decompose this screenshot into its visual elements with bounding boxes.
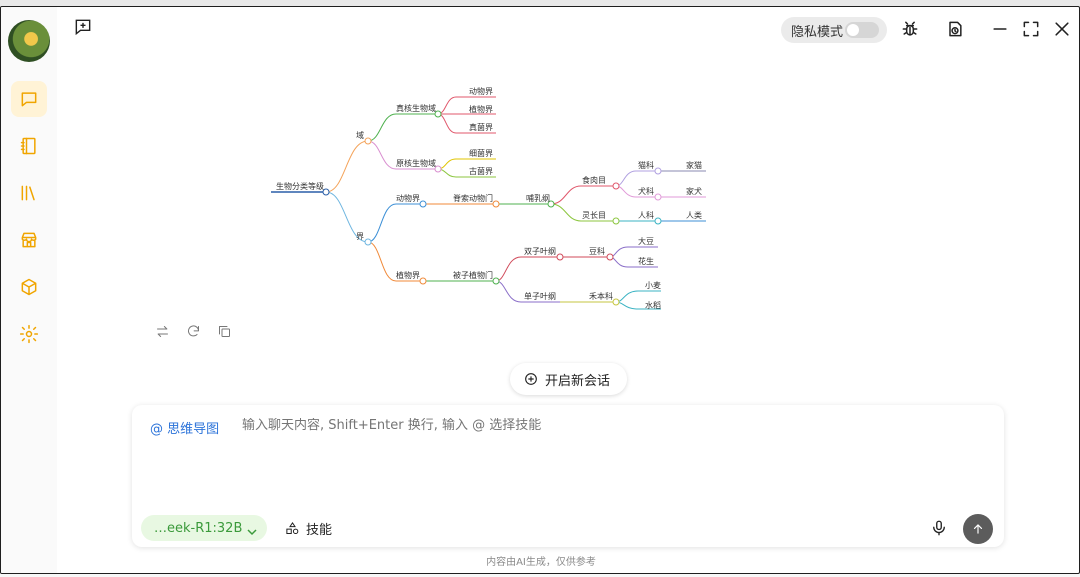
mm-node-primates: 灵长目 [582,210,606,220]
mm-node-rice: 水稻 [645,300,661,310]
mm-node-kingdom: 界 [356,232,364,241]
sidebar-item-models[interactable] [11,269,47,305]
mindmap-svg: 生物分类等级 域 真核生物域 动物界 植物界 真菌界 原核生物域 细菌界 古菌界… [271,86,706,310]
debug-button[interactable] [898,17,922,41]
swap-icon [156,325,168,337]
regenerate-button[interactable] [183,321,203,341]
mm-node-mammalia: 哺乳纲 [526,193,550,203]
mm-node-human: 人类 [686,210,702,220]
mm-node-fabaceae: 豆科 [589,246,605,256]
history-button[interactable] [943,17,967,41]
mm-node-angiosperm: 被子植物门 [453,270,493,280]
chevron-down-icon [247,522,257,536]
microphone-icon [933,520,945,536]
mm-node-wheat: 小麦 [645,280,661,290]
mm-node-domain: 域 [356,130,364,140]
store-icon [21,232,37,248]
sidebar-item-chat[interactable] [11,81,47,117]
mm-node-archaea: 古菌界 [469,166,493,176]
skills-label: 技能 [306,522,333,538]
send-button[interactable] [963,514,993,544]
close-icon [1055,22,1069,36]
swap-direction-button[interactable] [152,321,172,341]
avatar[interactable] [8,20,50,62]
mm-node-peanut: 花生 [638,256,654,266]
mm-node-chordata: 脊索动物门 [453,193,493,203]
mindmap-canvas[interactable]: 生物分类等级 域 真核生物域 动物界 植物界 真菌界 原核生物域 细菌界 古菌界… [266,79,716,311]
mm-node-monocot: 单子叶纲 [524,291,556,301]
mm-node-eukaryote: 真核生物域 [396,103,436,113]
privacy-switch[interactable] [845,22,879,38]
maximize-button[interactable] [1019,17,1043,41]
chat-composer: @ 思维导图 …eek-R1:32B 技能 [132,405,1004,547]
cube-icon [21,278,37,296]
mm-node-animal: 动物界 [396,193,420,203]
sidebar-item-store[interactable] [11,222,47,258]
voice-input-button[interactable] [928,517,950,539]
mm-node-fungi-k: 真菌界 [469,122,493,132]
mm-node-canidae: 犬科 [638,186,654,196]
mm-node-hominidae: 人科 [638,210,654,220]
chat-input[interactable] [242,418,842,433]
skills-button[interactable]: 技能 [275,515,343,541]
minimize-icon [993,28,1007,30]
mm-node-plant: 植物界 [396,270,420,280]
new-session-icon [525,373,537,385]
ai-disclaimer: 内容由AI生成，仅供参考 [486,557,596,568]
history-icon [949,21,962,37]
mm-node-prokaryote: 原核生物域 [396,158,436,168]
mm-node-dicot: 双子叶纲 [524,246,556,256]
new-session-label: 开启新会话 [545,373,611,389]
mm-node-plant-k: 植物界 [469,104,493,114]
mm-node-bacteria: 细菌界 [469,148,493,158]
refresh-icon [187,324,199,336]
close-button[interactable] [1050,17,1074,41]
skills-icon [286,521,299,534]
arrow-up-icon [973,524,983,534]
copy-icon [218,325,230,337]
privacy-mode-toggle[interactable]: 隐私模式 [781,17,887,43]
model-name: …eek-R1:32B [154,520,243,536]
new-session-button[interactable]: 开启新会话 [510,363,627,395]
new-chat-button[interactable] [73,17,97,41]
chat-icon [21,92,37,107]
library-icon [21,185,35,201]
bug-icon [902,21,918,36]
privacy-mode-label: 隐私模式 [791,24,844,40]
mm-node-felidae: 猫科 [638,160,654,170]
model-selector[interactable]: …eek-R1:32B [141,515,267,541]
app-window: 隐私模式 生物分类等级 域 真核生物域 动物界 植物界 真菌界 原核生物域 细菌… [0,6,1080,574]
skill-tag-mindmap[interactable]: @ 思维导图 [150,418,219,437]
mm-node-root: 生物分类等级 [276,181,324,191]
mm-node-animal-k: 动物界 [469,86,493,96]
settings-icon [19,324,39,344]
mm-node-poaceae: 禾本科 [589,291,613,301]
mm-node-cat: 家猫 [686,160,702,170]
sidebar-item-notebook[interactable] [11,128,47,164]
sidebar [1,7,57,573]
mm-node-dog: 家犬 [686,186,702,196]
notebook-icon [20,137,36,155]
sidebar-item-library[interactable] [11,175,47,211]
copy-button[interactable] [214,321,234,341]
minimize-button[interactable] [988,17,1012,41]
mm-node-soybean: 大豆 [638,236,654,246]
sidebar-item-settings[interactable] [11,316,47,352]
privacy-switch-knob [847,24,859,36]
mm-node-carnivora: 食肉目 [582,175,606,185]
new-chat-icon [75,19,91,36]
fullscreen-icon [1023,21,1039,37]
